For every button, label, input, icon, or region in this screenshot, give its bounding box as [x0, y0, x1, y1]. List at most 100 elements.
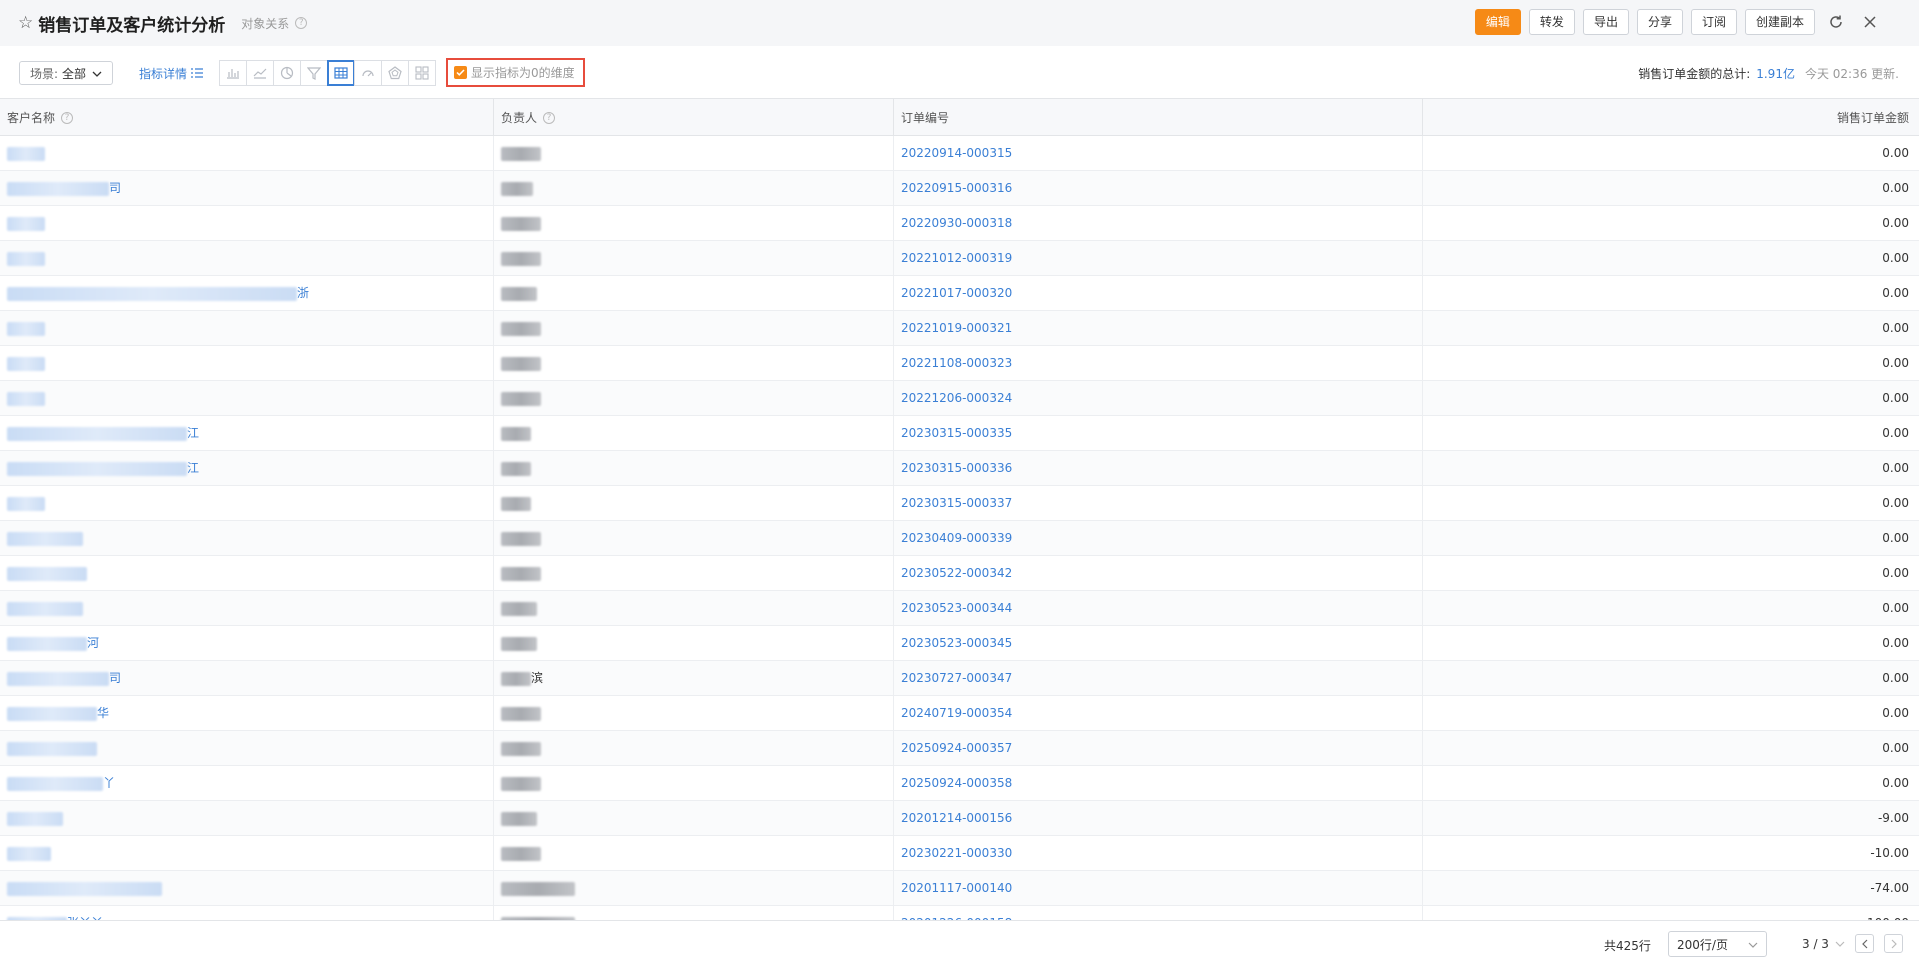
- bar-chart-icon[interactable]: [219, 60, 247, 86]
- customer-cell[interactable]: 司: [0, 171, 494, 206]
- column-header-owner[interactable]: 负责人 ?: [494, 99, 894, 136]
- close-icon[interactable]: [1857, 9, 1883, 35]
- column-header-amount[interactable]: 销售订单金额: [1423, 99, 1919, 136]
- table-row[interactable]: 20230523-000344 0.00: [0, 591, 1919, 626]
- table-row[interactable]: 20230409-000339 0.00: [0, 521, 1919, 556]
- order-number-link[interactable]: 20221012-000319: [894, 241, 1423, 276]
- customer-cell[interactable]: [0, 241, 494, 276]
- customer-cell[interactable]: [0, 136, 494, 171]
- customer-cell[interactable]: 江: [0, 416, 494, 451]
- help-icon[interactable]: ?: [295, 17, 308, 29]
- table-row[interactable]: 司 20220915-000316 0.00: [0, 171, 1919, 206]
- customer-cell[interactable]: 司: [0, 661, 494, 696]
- page-indicator[interactable]: 3 / 3: [1802, 937, 1845, 951]
- object-relation-link[interactable]: 对象关系: [241, 15, 289, 32]
- pie-chart-icon[interactable]: [273, 60, 301, 86]
- checkbox-checked-icon[interactable]: [454, 66, 467, 79]
- customer-cell[interactable]: 华: [0, 696, 494, 731]
- gauge-icon[interactable]: [354, 60, 382, 86]
- order-number-link[interactable]: 20230221-000330: [894, 836, 1423, 871]
- star-icon[interactable]: ☆: [18, 14, 33, 32]
- order-number-link[interactable]: 20230523-000345: [894, 626, 1423, 661]
- order-number-link[interactable]: 20230522-000342: [894, 556, 1423, 591]
- table-row[interactable]: 20230522-000342 0.00: [0, 556, 1919, 591]
- table-row[interactable]: 20220930-000318 0.00: [0, 206, 1919, 241]
- table-row[interactable]: 张丫丫 20201226-000158-100.00: [0, 906, 1919, 920]
- order-number-link[interactable]: 20221017-000320: [894, 276, 1423, 311]
- customer-cell[interactable]: [0, 836, 494, 871]
- next-page-button[interactable]: [1884, 934, 1903, 953]
- order-number-link[interactable]: 20221108-000323: [894, 346, 1423, 381]
- customer-cell[interactable]: [0, 556, 494, 591]
- customer-cell[interactable]: [0, 346, 494, 381]
- table-icon[interactable]: [327, 60, 355, 86]
- table-row[interactable]: 20220914-000315 0.00: [0, 136, 1919, 171]
- order-number-link[interactable]: 20230727-000347: [894, 661, 1423, 696]
- column-header-customer[interactable]: 客户名称 ?: [0, 99, 494, 136]
- table-row[interactable]: 华 20240719-000354 0.00: [0, 696, 1919, 731]
- table-row[interactable]: 20230221-000330 -10.00: [0, 836, 1919, 871]
- customer-cell[interactable]: [0, 381, 494, 416]
- customer-cell[interactable]: [0, 521, 494, 556]
- summary-value[interactable]: 1.91亿: [1756, 65, 1795, 82]
- order-number-link[interactable]: 20221206-000324: [894, 381, 1423, 416]
- customer-cell[interactable]: 浙: [0, 276, 494, 311]
- page-size-select[interactable]: 200行/页: [1668, 931, 1767, 957]
- table-row[interactable]: 河 20230523-000345 0.00: [0, 626, 1919, 661]
- table-row[interactable]: 20201214-000156 -9.00: [0, 801, 1919, 836]
- customer-cell[interactable]: [0, 591, 494, 626]
- customer-cell[interactable]: [0, 871, 494, 906]
- table-row[interactable]: 20221108-000323 0.00: [0, 346, 1919, 381]
- order-number-link[interactable]: 20201226-000158: [894, 906, 1423, 920]
- refresh-icon[interactable]: [1823, 9, 1849, 35]
- table-row[interactable]: 司 滨 20230727-000347 0.00: [0, 661, 1919, 696]
- edit-button[interactable]: 编辑: [1474, 9, 1521, 35]
- order-number-link[interactable]: 20201214-000156: [894, 801, 1423, 836]
- order-number-link[interactable]: 20230409-000339: [894, 521, 1423, 556]
- show-zero-dimension-toggle[interactable]: 显示指标为0的维度: [446, 58, 585, 87]
- line-chart-icon[interactable]: [246, 60, 274, 86]
- create-copy-button[interactable]: 创建副本: [1744, 9, 1815, 35]
- order-number-link[interactable]: 20240719-000354: [894, 696, 1423, 731]
- order-number-link[interactable]: 20220914-000315: [894, 136, 1423, 171]
- customer-cell[interactable]: [0, 731, 494, 766]
- table-row[interactable]: 20221019-000321 0.00: [0, 311, 1919, 346]
- customer-cell[interactable]: 江: [0, 451, 494, 486]
- order-number-link[interactable]: 20230315-000336: [894, 451, 1423, 486]
- table-row[interactable]: 江 20230315-000335 0.00: [0, 416, 1919, 451]
- funnel-chart-icon[interactable]: [300, 60, 328, 86]
- customer-cell[interactable]: [0, 206, 494, 241]
- customer-cell[interactable]: 河: [0, 626, 494, 661]
- order-number-link[interactable]: 20230523-000344: [894, 591, 1423, 626]
- order-number-link[interactable]: 20230315-000335: [894, 416, 1423, 451]
- radar-icon[interactable]: [381, 60, 409, 86]
- column-header-order[interactable]: 订单编号: [894, 99, 1423, 136]
- table-row[interactable]: 20221012-000319 0.00: [0, 241, 1919, 276]
- table-row[interactable]: 20230315-000337 0.00: [0, 486, 1919, 521]
- grid-icon[interactable]: [408, 60, 436, 86]
- help-icon[interactable]: ?: [543, 111, 556, 124]
- order-number-link[interactable]: 20221019-000321: [894, 311, 1423, 346]
- table-row[interactable]: 丫 20250924-000358 0.00: [0, 766, 1919, 801]
- table-row[interactable]: 20221206-000324 0.00: [0, 381, 1919, 416]
- customer-cell[interactable]: [0, 486, 494, 521]
- table-row[interactable]: 20250924-000357 0.00: [0, 731, 1919, 766]
- customer-cell[interactable]: [0, 311, 494, 346]
- table-row[interactable]: 浙 20221017-000320 0.00: [0, 276, 1919, 311]
- subscribe-button[interactable]: 订阅: [1690, 9, 1737, 35]
- order-number-link[interactable]: 20250924-000358: [894, 766, 1423, 801]
- export-button[interactable]: 导出: [1582, 9, 1629, 35]
- customer-cell[interactable]: 丫: [0, 766, 494, 801]
- table-row[interactable]: 20201117-000140 -74.00: [0, 871, 1919, 906]
- order-number-link[interactable]: 20220915-000316: [894, 171, 1423, 206]
- table-row[interactable]: 江 20230315-000336 0.00: [0, 451, 1919, 486]
- customer-cell[interactable]: [0, 801, 494, 836]
- prev-page-button[interactable]: [1855, 934, 1874, 953]
- order-number-link[interactable]: 20220930-000318: [894, 206, 1423, 241]
- customer-cell[interactable]: 张丫丫: [0, 906, 494, 920]
- order-number-link[interactable]: 20230315-000337: [894, 486, 1423, 521]
- scene-select[interactable]: 场景: 全部: [19, 61, 114, 85]
- order-number-link[interactable]: 20201117-000140: [894, 871, 1423, 906]
- help-icon[interactable]: ?: [61, 111, 74, 124]
- metric-detail-link[interactable]: 指标详情: [139, 65, 204, 82]
